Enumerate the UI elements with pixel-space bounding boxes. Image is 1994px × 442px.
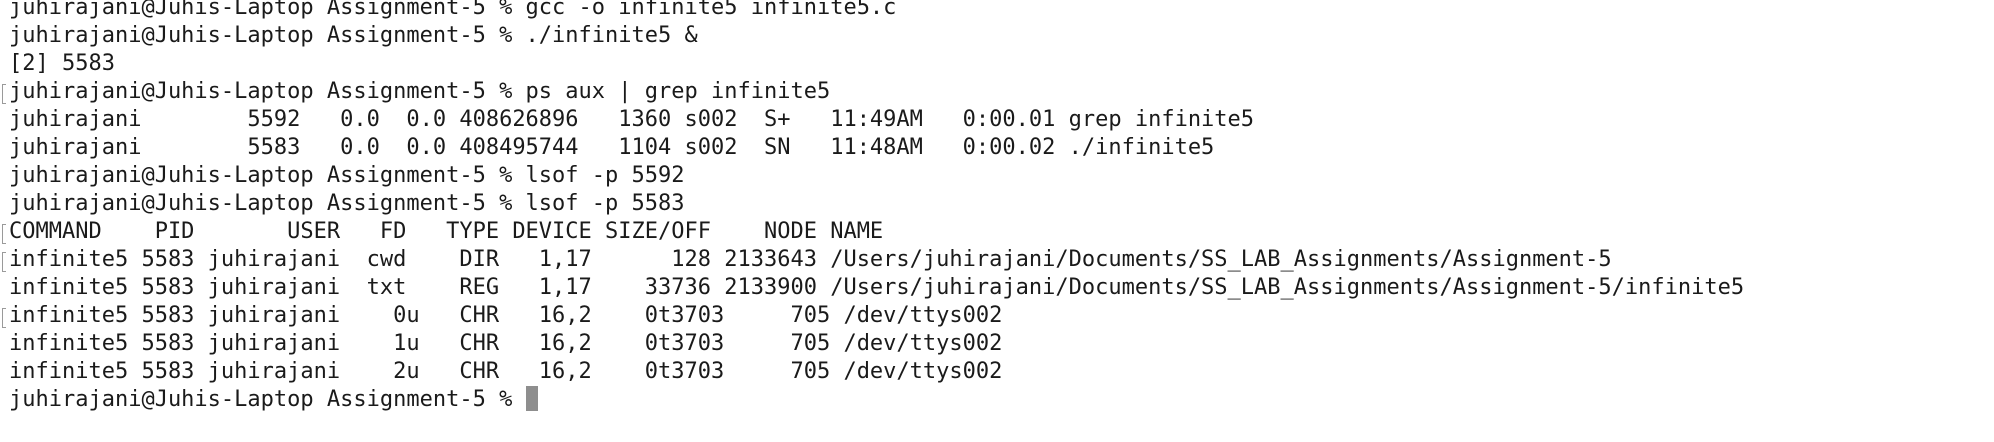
terminal-line: infinite5 5583 juhirajani 0u CHR 16,2 0t… [1, 302, 1744, 330]
terminal-line: juhirajani@Juhis-Laptop Assignment-5 % p… [1, 78, 1744, 106]
terminal-line: infinite5 5583 juhirajani cwd DIR 1,17 1… [1, 246, 1744, 274]
terminal-line: infinite5 5583 juhirajani txt REG 1,17 3… [9, 275, 1745, 300]
text-cursor [525, 386, 538, 411]
terminal-line: juhirajani 5592 0.0 0.0 408626896 1360 s… [9, 107, 1255, 132]
terminal-line: COMMAND PID USER FD TYPE DEVICE SIZE/OFF… [1, 218, 1744, 246]
terminal-line: juhirajani@Juhis-Laptop Assignment-5 % .… [9, 23, 698, 48]
terminal-line: juhirajani@Juhis-Laptop Assignment-5 % l… [9, 191, 685, 216]
terminal-output: juhirajani@Juhis-Laptop Assignment-5 % g… [1, 0, 1745, 414]
terminal-prompt-line[interactable]: juhirajani@Juhis-Laptop Assignment-5 % [9, 386, 1744, 414]
terminal-line: infinite5 5583 juhirajani 1u CHR 16,2 0t… [9, 331, 1003, 356]
terminal-line: juhirajani@Juhis-Laptop Assignment-5 % g… [9, 0, 897, 20]
terminal-line: infinite5 5583 juhirajani 2u CHR 16,2 0t… [9, 359, 1003, 384]
terminal-prompt: juhirajani@Juhis-Laptop Assignment-5 % [9, 387, 526, 412]
terminal-line: juhirajani@Juhis-Laptop Assignment-5 % l… [9, 163, 685, 188]
terminal-window[interactable]: juhirajani@Juhis-Laptop Assignment-5 % g… [0, 0, 1994, 442]
terminal-line: juhirajani 5583 0.0 0.0 408495744 1104 s… [9, 135, 1215, 160]
terminal-line: [2] 5583 [9, 51, 115, 76]
